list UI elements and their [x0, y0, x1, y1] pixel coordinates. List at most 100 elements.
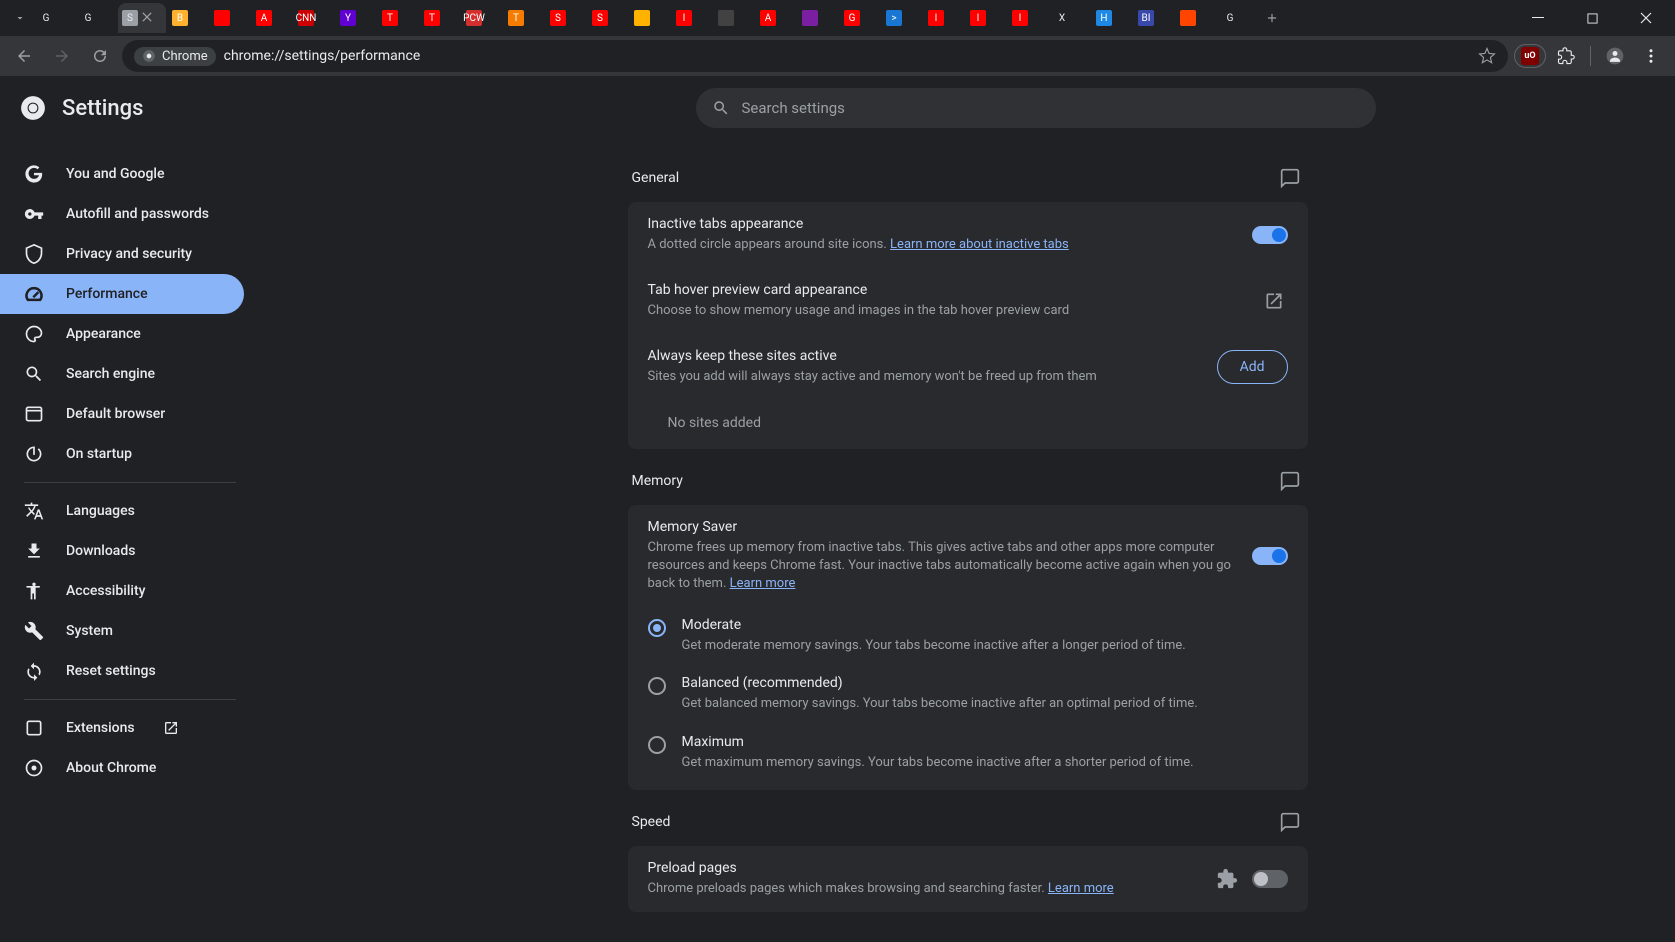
- extension-ublock[interactable]: uO: [1514, 44, 1546, 68]
- favicon: PCW: [466, 10, 482, 26]
- hover-preview-row[interactable]: Tab hover preview card appearance Choose…: [628, 268, 1308, 334]
- favicon: Y: [340, 10, 356, 26]
- learn-more-link[interactable]: Learn more: [730, 576, 796, 591]
- memory-option-balanced[interactable]: Balanced (recommended) Get balanced memo…: [628, 665, 1308, 723]
- chrome-logo-icon: [142, 49, 156, 63]
- favicon: G: [1222, 10, 1238, 26]
- browser-tab[interactable]: A: [756, 3, 796, 33]
- browser-tab[interactable]: [1176, 3, 1216, 33]
- add-site-button[interactable]: Add: [1217, 350, 1288, 384]
- browser-tab[interactable]: BI: [1134, 3, 1174, 33]
- radio-button[interactable]: [648, 677, 666, 695]
- tab-search-dropdown[interactable]: [6, 4, 34, 32]
- sidebar-item-default-browser[interactable]: Default browser: [0, 394, 244, 434]
- forward-button[interactable]: [46, 40, 78, 72]
- address-bar[interactable]: Chrome chrome://settings/performance: [122, 40, 1508, 72]
- sidebar-item-reset[interactable]: Reset settings: [0, 651, 244, 691]
- bookmark-star-icon[interactable]: [1478, 47, 1496, 65]
- learn-more-link[interactable]: Learn more: [1048, 881, 1114, 896]
- palette-icon: [24, 324, 44, 344]
- extension-managed-icon: [1216, 868, 1238, 890]
- memory-option-maximum[interactable]: Maximum Get maximum memory savings. Your…: [628, 724, 1308, 790]
- browser-tab[interactable]: >: [882, 3, 922, 33]
- learn-more-link[interactable]: Learn more about inactive tabs: [890, 237, 1069, 252]
- browser-tab[interactable]: G: [76, 3, 116, 33]
- radio-button[interactable]: [648, 619, 666, 637]
- sidebar-item-label: Default browser: [66, 406, 165, 422]
- sidebar-item-about[interactable]: About Chrome: [0, 748, 244, 788]
- favicon: S: [592, 10, 608, 26]
- memory-option-moderate[interactable]: Moderate Get moderate memory savings. Yo…: [628, 607, 1308, 665]
- inactive-tabs-toggle[interactable]: [1252, 226, 1288, 244]
- back-button[interactable]: [8, 40, 40, 72]
- maximize-button[interactable]: [1569, 2, 1615, 34]
- reset-icon: [24, 661, 44, 681]
- browser-tab[interactable]: A: [252, 3, 292, 33]
- browser-tab[interactable]: X: [1050, 3, 1090, 33]
- browser-tab[interactable]: PCW: [462, 3, 502, 33]
- kebab-icon: [1642, 47, 1660, 65]
- feedback-button[interactable]: [1276, 467, 1304, 495]
- browser-tab[interactable]: G: [840, 3, 880, 33]
- radio-button[interactable]: [648, 736, 666, 754]
- browser-tab[interactable]: T: [378, 3, 418, 33]
- sidebar-item-search-engine[interactable]: Search engine: [0, 354, 244, 394]
- preload-toggle[interactable]: [1252, 870, 1288, 888]
- feedback-button[interactable]: [1276, 808, 1304, 836]
- close-icon[interactable]: [142, 12, 152, 22]
- sidebar-item-appearance[interactable]: Appearance: [0, 314, 244, 354]
- minimize-button[interactable]: [1515, 2, 1561, 34]
- sidebar-item-you-and-google[interactable]: You and Google: [0, 154, 244, 194]
- browser-tab[interactable]: S: [588, 3, 628, 33]
- browser-tab[interactable]: I: [672, 3, 712, 33]
- new-tab-button[interactable]: [1258, 4, 1286, 32]
- close-window-button[interactable]: [1623, 2, 1669, 34]
- sidebar-item-autofill[interactable]: Autofill and passwords: [0, 194, 244, 234]
- site-chip-label: Chrome: [162, 49, 208, 64]
- browser-tab[interactable]: T: [420, 3, 460, 33]
- sidebar-item-accessibility[interactable]: Accessibility: [0, 571, 244, 611]
- chevron-down-icon: [14, 12, 26, 24]
- sidebar-item-privacy[interactable]: Privacy and security: [0, 234, 244, 274]
- browser-tab[interactable]: CNN: [294, 3, 334, 33]
- section-header-memory: Memory: [628, 449, 1308, 505]
- browser-tab[interactable]: G: [34, 3, 74, 33]
- extensions-button[interactable]: [1550, 40, 1582, 72]
- sidebar-item-downloads[interactable]: Downloads: [0, 531, 244, 571]
- sidebar-item-languages[interactable]: Languages: [0, 491, 244, 531]
- sidebar-item-on-startup[interactable]: On startup: [0, 434, 244, 474]
- browser-tab[interactable]: H: [1092, 3, 1132, 33]
- section-title: Memory: [632, 473, 683, 489]
- browser-tab[interactable]: S: [118, 3, 166, 33]
- browser-tab[interactable]: [714, 3, 754, 33]
- browser-tab[interactable]: [210, 3, 250, 33]
- browser-tab[interactable]: I: [924, 3, 964, 33]
- tab-strip: GGSBACNNYTTPCWTSSIAG>IIIXHBIG: [0, 0, 1675, 36]
- search-settings-box[interactable]: Search settings: [696, 88, 1376, 128]
- browser-tab[interactable]: [798, 3, 838, 33]
- plus-icon: [1265, 11, 1279, 25]
- preload-row: Preload pages Chrome preloads pages whic…: [628, 846, 1308, 912]
- feedback-button[interactable]: [1276, 164, 1304, 192]
- sidebar-item-label: On startup: [66, 446, 132, 462]
- sidebar-item-performance[interactable]: Performance: [0, 274, 244, 314]
- site-info-chip[interactable]: Chrome: [134, 47, 216, 66]
- browser-icon: [24, 404, 44, 424]
- favicon: A: [760, 10, 776, 26]
- open-in-new-button[interactable]: [1260, 287, 1288, 315]
- browser-tab[interactable]: I: [966, 3, 1006, 33]
- browser-tab[interactable]: I: [1008, 3, 1048, 33]
- sidebar-item-extensions[interactable]: Extensions: [0, 708, 244, 748]
- sidebar-item-label: About Chrome: [66, 760, 156, 776]
- memory-saver-toggle[interactable]: [1252, 547, 1288, 565]
- browser-tab[interactable]: T: [504, 3, 544, 33]
- reload-button[interactable]: [84, 40, 116, 72]
- browser-tab[interactable]: G: [1218, 3, 1258, 33]
- sidebar-item-system[interactable]: System: [0, 611, 244, 651]
- chrome-menu-button[interactable]: [1635, 40, 1667, 72]
- browser-tab[interactable]: Y: [336, 3, 376, 33]
- browser-tab[interactable]: [630, 3, 670, 33]
- browser-tab[interactable]: S: [546, 3, 586, 33]
- browser-tab[interactable]: B: [168, 3, 208, 33]
- profile-button[interactable]: [1599, 40, 1631, 72]
